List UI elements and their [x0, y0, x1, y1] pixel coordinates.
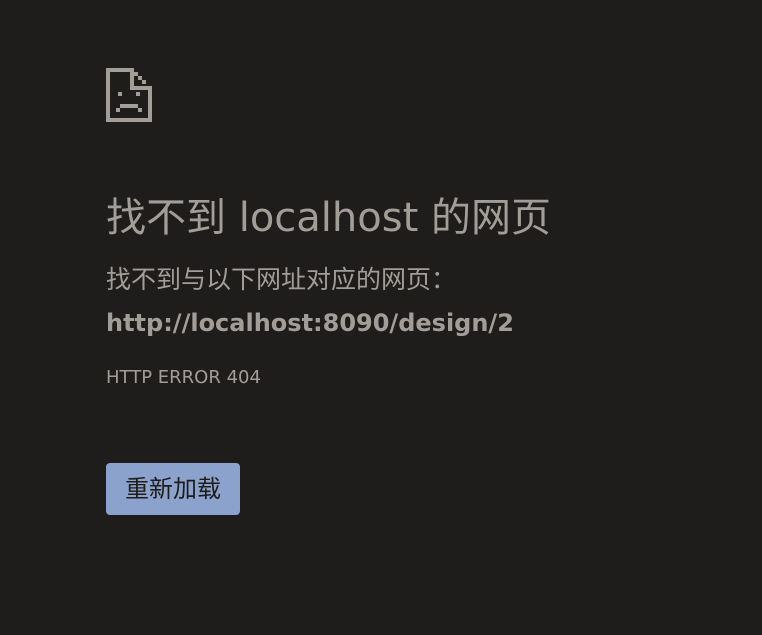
error-code: HTTP ERROR 404 — [106, 367, 261, 388]
sad-document-icon — [106, 68, 152, 122]
reload-button[interactable]: 重新加载 — [106, 463, 240, 515]
requested-url: http://localhost:8090/design/2 — [106, 309, 514, 337]
error-page: 找不到 localhost 的网页 找不到与以下网址对应的网页： http://… — [106, 68, 726, 515]
page-title: 找不到 localhost 的网页 — [106, 195, 551, 241]
error-description: 找不到与以下网址对应的网页： — [106, 265, 457, 294]
